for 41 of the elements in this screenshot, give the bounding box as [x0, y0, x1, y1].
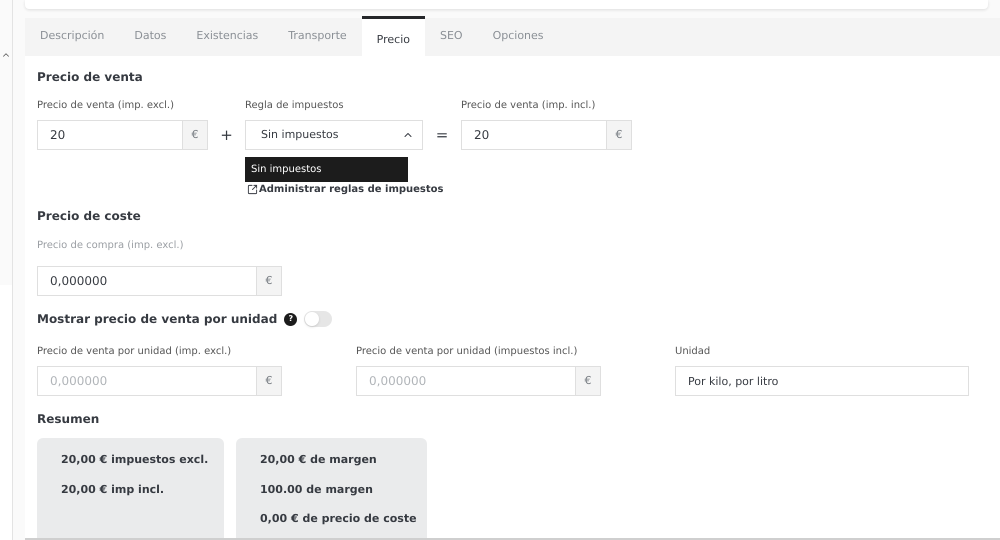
currency-suffix: €: [182, 121, 207, 149]
tax-rule-select[interactable]: Sin impuestos: [245, 120, 423, 150]
summary-line: 20,00 € imp incl.: [61, 482, 166, 498]
section-heading: Precio de venta: [37, 69, 144, 86]
section-heading: Precio de coste: [37, 208, 142, 225]
price-input[interactable]: 0,000000: [38, 367, 256, 395]
price-input[interactable]: 20: [38, 121, 182, 149]
unit-field[interactable]: Por kilo, por litro: [675, 366, 969, 396]
price-field[interactable]: 0,000000 €: [37, 266, 282, 296]
field-label: Precio de venta (imp. incl.): [461, 99, 596, 113]
plus-sign: +: [219, 124, 234, 146]
toggle-switch[interactable]: [304, 311, 332, 327]
summary-line: 100.00 de margen: [260, 482, 374, 498]
section-heading: Resumen: [37, 411, 100, 428]
field-label: Precio de venta por unidad (impuestos incl.): [356, 345, 578, 359]
summary-line: 0,00 € de precio de coste: [260, 511, 418, 527]
field-label: Regla de impuestos: [245, 99, 345, 113]
price-input[interactable]: 20: [462, 121, 606, 149]
summary-line: 20,00 € impuestos excl.: [61, 452, 210, 468]
manage-tax-rules-link[interactable]: Administrar reglas de impuestos: [245, 182, 444, 197]
price-field[interactable]: 0,000000 €: [37, 366, 282, 396]
field-label: Precio de compra (imp. excl.): [37, 239, 184, 253]
external-link-icon: [247, 184, 258, 195]
price-input[interactable]: 0,000000: [38, 267, 256, 295]
price-field[interactable]: 20 €: [461, 120, 632, 150]
field-label: Precio de venta por unidad (imp. excl.): [37, 345, 232, 359]
price-field[interactable]: 20 €: [37, 120, 208, 150]
section-heading: Mostrar precio de venta por unidad: [37, 311, 278, 328]
price-input[interactable]: 0,000000: [357, 367, 575, 395]
field-label: Unidad: [675, 345, 712, 359]
currency-suffix: €: [256, 267, 281, 295]
help-icon[interactable]: ?: [284, 312, 298, 326]
currency-suffix: €: [256, 367, 281, 395]
currency-suffix: €: [575, 367, 600, 395]
equals-sign: =: [434, 124, 450, 146]
currency-suffix: €: [606, 121, 631, 149]
field-label: Precio de venta (imp. excl.): [37, 99, 175, 113]
price-field[interactable]: 0,000000 €: [356, 366, 601, 396]
summary-line: 20,00 € de margen: [260, 452, 378, 468]
dropdown-option[interactable]: Sin impuestos: [245, 157, 408, 182]
tab[interactable]: Precio: [362, 16, 425, 56]
